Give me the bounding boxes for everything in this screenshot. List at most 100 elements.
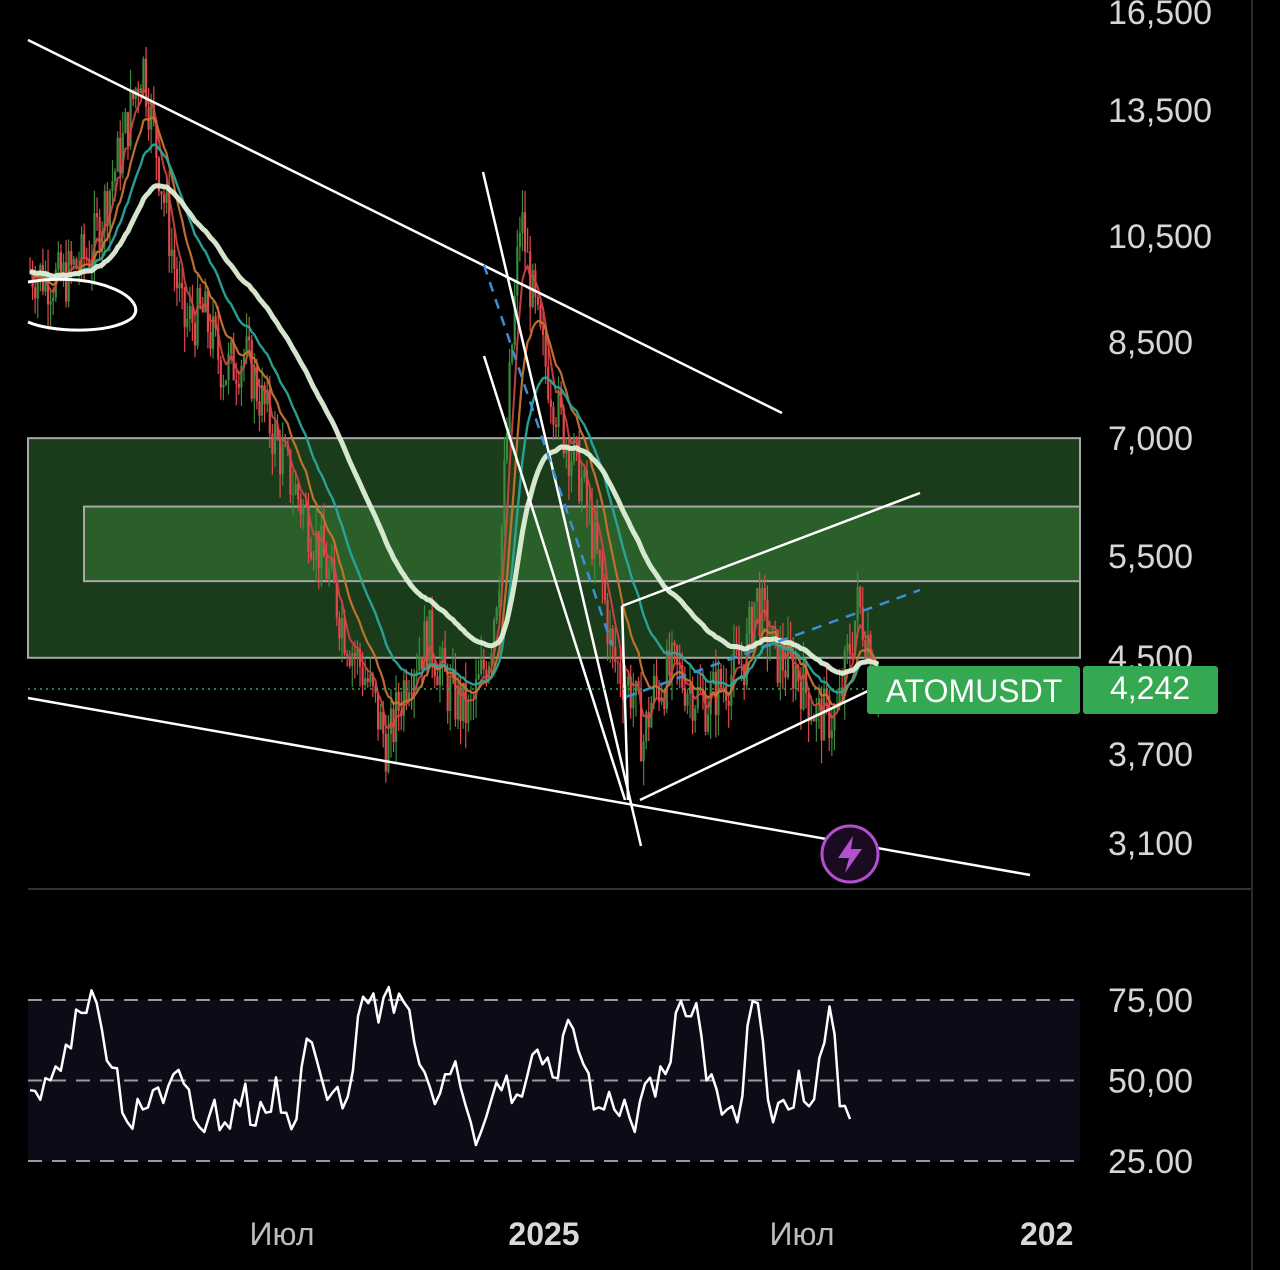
candle-body — [364, 678, 367, 686]
candle-body — [224, 380, 228, 385]
candle-body — [727, 701, 730, 706]
candle-body — [436, 676, 439, 686]
candle-body — [124, 112, 127, 134]
candle-body — [642, 741, 645, 762]
candle-body — [369, 674, 372, 683]
candle-body — [387, 733, 390, 772]
lightning-icon[interactable] — [820, 824, 880, 884]
candle-body — [178, 283, 181, 289]
candle-body — [526, 251, 529, 253]
candle-body — [665, 650, 668, 709]
candle-body — [833, 708, 836, 731]
candle-body — [320, 525, 323, 568]
candle-body — [647, 712, 650, 728]
candle-body — [95, 213, 99, 217]
chart-root: 16,50013,50010,5008,5007,0005,5004,5003,… — [0, 0, 1280, 1270]
candle-body — [694, 708, 697, 721]
candle-body — [758, 588, 761, 636]
candle-body — [673, 642, 676, 646]
last-price-value: 4,242 — [1110, 670, 1190, 706]
candle-body — [183, 288, 186, 328]
candle-body — [748, 606, 751, 634]
price-tick-label: 16,500 — [1108, 0, 1212, 32]
candle-body — [740, 664, 743, 666]
candle-body — [812, 718, 815, 722]
time-tick-label: 202 — [1020, 1216, 1073, 1252]
candle-body — [57, 252, 60, 270]
candle-body — [518, 232, 521, 248]
candle-body — [181, 283, 184, 289]
candle-body — [588, 505, 591, 508]
candle-body — [248, 336, 251, 341]
candle-body — [593, 522, 596, 559]
candle-body — [557, 389, 560, 427]
time-tick-label: Июл — [770, 1216, 835, 1252]
candle-body — [467, 699, 470, 724]
inner-demand-zone — [83, 505, 1081, 583]
last-price-badge[interactable]: ATOMUSDT 4,242 — [867, 666, 1218, 714]
candle-body — [230, 342, 233, 354]
candle-body — [521, 212, 524, 233]
price-tick-label: 3,100 — [1108, 825, 1193, 863]
candle-body — [397, 692, 400, 711]
candle-body — [116, 137, 119, 172]
candle-body — [590, 505, 594, 559]
candle-body — [539, 304, 542, 328]
candle-body — [72, 259, 75, 265]
candle-body — [49, 300, 52, 305]
candle-body — [861, 607, 864, 640]
candle-body — [516, 247, 519, 296]
candle-body — [732, 645, 735, 675]
candle-body — [302, 504, 305, 515]
candle-body — [480, 659, 483, 675]
candle-body — [570, 461, 573, 476]
candle-body — [830, 730, 833, 739]
candle-body — [719, 669, 723, 688]
candle-body — [549, 399, 552, 407]
candle-body — [495, 607, 498, 621]
candle-body — [379, 711, 382, 730]
candle-body — [722, 686, 725, 688]
candle-body — [291, 493, 295, 495]
candle-body — [170, 249, 173, 257]
candle-body — [779, 644, 782, 683]
candle-body — [529, 251, 532, 307]
oscillator-tick-label: 25.00 — [1108, 1143, 1193, 1181]
candle-body — [366, 678, 369, 683]
candle-body — [137, 88, 140, 94]
candle-body — [278, 438, 282, 475]
candle-body — [815, 704, 818, 722]
price-tick-label: 7,000 — [1108, 420, 1193, 458]
oscillator-tick-label: 75,00 — [1108, 982, 1193, 1020]
candle-body — [209, 331, 212, 349]
candle-body — [547, 366, 550, 400]
candle-body — [603, 581, 607, 601]
candle-body — [165, 192, 168, 203]
candle-body — [763, 587, 766, 600]
candle-body — [327, 568, 331, 580]
candle-body — [632, 695, 635, 709]
candle-body — [193, 322, 197, 346]
candle-body — [449, 678, 452, 711]
oscillator-axis: 75,00 50,00 25.00 — [1108, 982, 1193, 1181]
candle-body — [655, 675, 658, 686]
candle-body — [353, 653, 356, 656]
candle-body — [250, 340, 253, 399]
candle-body — [338, 617, 341, 639]
candle-body — [428, 610, 431, 669]
candle-body — [351, 653, 354, 667]
candle-body — [846, 643, 849, 651]
candle-body — [83, 234, 86, 259]
candle-body — [794, 665, 797, 689]
candle-body — [284, 444, 287, 446]
candle-body — [186, 318, 189, 328]
candle-body — [807, 693, 810, 722]
candle-body — [508, 362, 511, 433]
candle-body — [271, 433, 274, 454]
candle-body — [312, 558, 315, 560]
symbol-label: ATOMUSDT — [886, 673, 1063, 709]
candle-body — [784, 670, 787, 678]
candle-body — [462, 682, 465, 721]
candle-body — [554, 424, 558, 427]
candle-body — [34, 287, 37, 299]
